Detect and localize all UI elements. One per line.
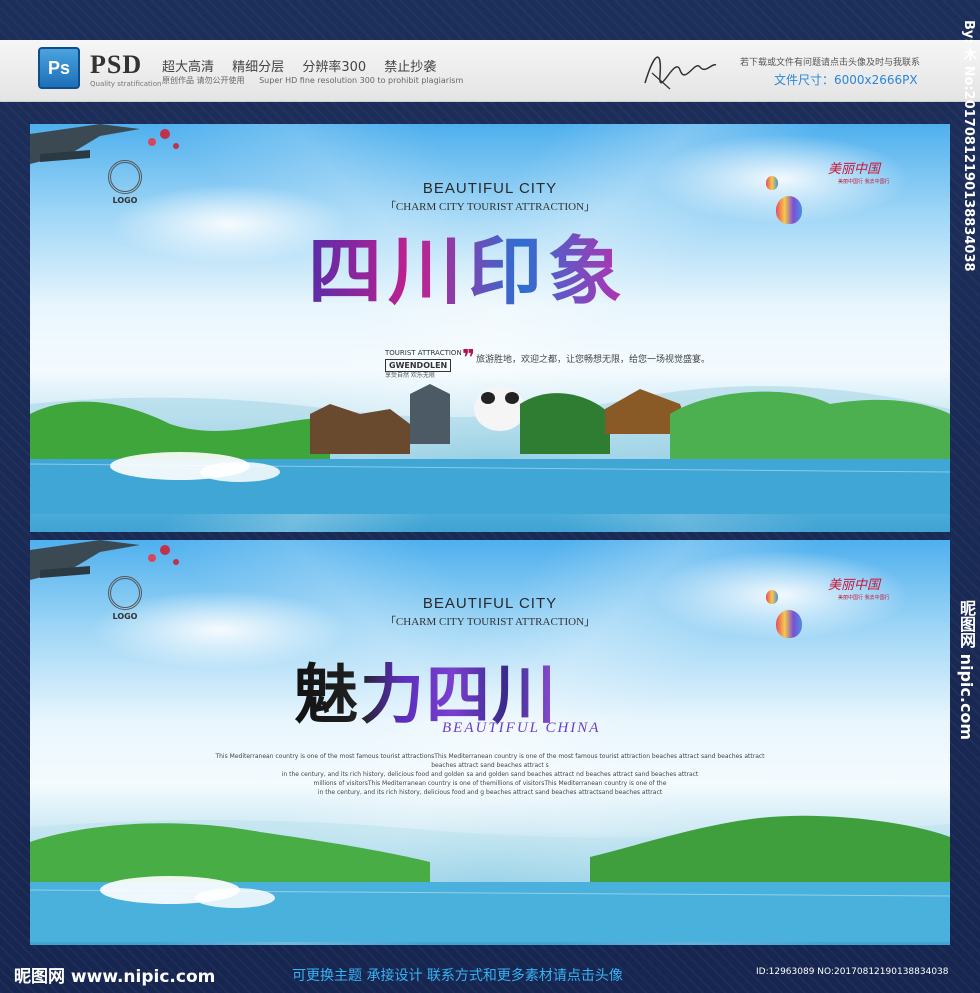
image-id: ID:12963089 NO:20170812190138834038 xyxy=(756,967,949,977)
beautiful-china-subtitle: BEAUTIFUL CHINA xyxy=(442,720,601,736)
psd-label: PSD xyxy=(90,50,143,79)
feature-sub-item: 原创作品 请勿公开使用 xyxy=(162,76,245,85)
poster-charming-sichuan: LOGO BEAUTIFUL CITY 「CHARM CITY TOURIST … xyxy=(30,540,950,945)
quote-icon: ❞ xyxy=(462,346,475,371)
beautiful-china-sub: 美丽中国行 我去中国行 xyxy=(838,179,890,185)
slogan-text: 旅游胜地，欢迎之都，让您畅想无限，给您一场视觉盛宴。 xyxy=(476,355,711,365)
gwendolen-top: TOURIST ATTRACTION xyxy=(385,349,462,357)
feature-item: 分辨率300 xyxy=(302,60,367,75)
contact-notice: 若下载或文件有问题请点击头像及时与我联系 xyxy=(740,58,921,68)
signature-icon xyxy=(644,56,717,90)
file-size: 文件尺寸：6000x2666PX xyxy=(774,73,918,87)
feature-item: 禁止抄袭 xyxy=(384,60,437,75)
vertical-watermark-site: 昵图网 nipic.com xyxy=(957,600,976,741)
pagoda-roof-icon xyxy=(30,540,179,580)
hot-air-balloon-icon xyxy=(766,590,778,604)
beautiful-city-heading: BEAUTIFUL CITY xyxy=(422,180,558,197)
feature-sub-item: Super HD fine resolution 300 to prohibit… xyxy=(259,76,464,85)
charm-city-subheading: 「CHARM CITY TOURIST ATTRACTION」 xyxy=(384,616,596,628)
landscape-scene xyxy=(30,384,950,514)
beautiful-china-seal: 美丽中国 xyxy=(828,578,881,593)
feature-sub-list: 原创作品 请勿公开使用 Super HD fine resolution 300… xyxy=(162,75,475,86)
beautiful-city-heading: BEAUTIFUL CITY xyxy=(422,595,558,612)
main-title: 四川印象 xyxy=(308,212,628,319)
site-logo[interactable]: 昵图网 www.nipic.com xyxy=(14,962,215,987)
feature-item: 精细分层 xyxy=(232,60,285,75)
beautiful-china-sub: 美丽中国行 我去中国行 xyxy=(838,595,890,601)
body-line: millions of visitorsThis Mediterranean c… xyxy=(313,780,667,787)
body-line: in the century, and its rich history, de… xyxy=(317,789,663,796)
vertical-watermark: By: 木 No:20170812190138834038 xyxy=(961,20,976,272)
body-line: in the century, and its rich history, de… xyxy=(281,771,699,778)
poster-sichuan-impression: LOGO BEAUTIFUL CITY 「CHARM CITY TOURIST … xyxy=(30,124,950,532)
feature-list: 超大高清 精细分层 分辨率300 禁止抄袭 xyxy=(162,56,450,75)
photoshop-icon: Ps xyxy=(38,47,80,89)
hot-air-balloon-icon xyxy=(776,196,802,224)
hot-air-balloon-icon xyxy=(776,610,802,638)
body-paragraph: This Mediterranean country is one of the… xyxy=(210,752,770,797)
pagoda-roof-icon xyxy=(30,124,179,164)
gwendolen-sub: 享受自然 欢乐无限 xyxy=(385,372,435,379)
psd-sub-label: Quality stratification xyxy=(90,80,162,88)
hot-air-balloon-icon xyxy=(766,176,778,190)
footer-promo: 可更换主题 承接设计 联系方式和更多素材请点击头像 xyxy=(292,968,623,984)
landscape-scene xyxy=(30,815,950,942)
feature-item: 超大高清 xyxy=(162,60,215,75)
body-line: This Mediterranean country is one of the… xyxy=(215,753,765,769)
beautiful-china-seal: 美丽中国 xyxy=(828,162,881,177)
